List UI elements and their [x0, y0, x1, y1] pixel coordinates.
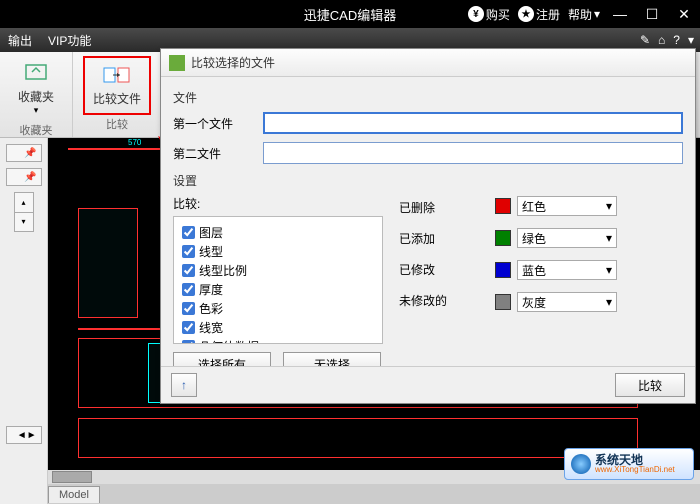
option-layer[interactable]: 图层	[182, 223, 374, 242]
group-label-compare: 比较	[106, 116, 128, 135]
dropdown-icon: ▾	[606, 295, 612, 309]
dialog-footer: ↑ 比较	[161, 366, 695, 403]
drawing-tabs: Model	[48, 484, 700, 504]
compare-options-list: 图层 线型 线型比例 厚度 色彩 线宽 几何体数据	[173, 216, 383, 344]
dropdown-icon: ▾	[606, 199, 612, 213]
select-none-button[interactable]: 无选择	[283, 352, 381, 366]
menu-output[interactable]: 输出	[8, 32, 32, 49]
option-lineweight[interactable]: 线宽	[182, 318, 374, 337]
status-added: 已添加	[399, 230, 479, 247]
dropdown-icon: ▾	[594, 7, 600, 21]
compare-files-button[interactable]: 比较文件	[83, 56, 151, 115]
dialog-title: 比较选择的文件	[191, 54, 275, 71]
color-select-added[interactable]: 绿色▾	[517, 228, 617, 248]
option-color[interactable]: 色彩	[182, 299, 374, 318]
side-panel: 📌 📌 ▴▾ ◄►	[0, 138, 48, 504]
title-bar: 迅捷CAD编辑器 ¥ 购买 ★ 注册 帮助 ▾ ― ☐ ✕	[0, 0, 700, 28]
swatch-added	[495, 230, 511, 246]
tab-model[interactable]: Model	[48, 486, 100, 503]
option-linetype-scale[interactable]: 线型比例	[182, 261, 374, 280]
close-button[interactable]: ✕	[672, 6, 696, 23]
dialog-icon	[169, 55, 185, 71]
section-settings: 设置	[173, 172, 683, 189]
file1-input[interactable]	[263, 112, 683, 134]
file2-label: 第二文件	[173, 145, 253, 162]
compare-button[interactable]: 比较	[615, 373, 685, 397]
status-modified: 已修改	[399, 261, 479, 278]
dropdown-icon: ▾	[606, 231, 612, 245]
section-files: 文件	[173, 89, 683, 106]
pin-button-1[interactable]: 📌	[6, 144, 42, 162]
buy-link[interactable]: ¥ 购买	[468, 6, 510, 23]
status-unchanged: 未修改的	[399, 292, 479, 309]
help-link[interactable]: 帮助 ▾	[568, 6, 600, 23]
register-link[interactable]: ★ 注册	[518, 6, 560, 23]
maximize-button[interactable]: ☐	[640, 6, 664, 23]
file1-label: 第一个文件	[173, 115, 253, 132]
globe-icon	[571, 454, 591, 474]
swatch-deleted	[495, 198, 511, 214]
tool-icon[interactable]: ✎	[640, 33, 650, 47]
scrollbar-thumb[interactable]	[52, 471, 92, 483]
user-icon: ★	[518, 6, 534, 22]
collapse-icon[interactable]: ▾	[688, 33, 694, 47]
yen-icon: ¥	[468, 6, 484, 22]
color-select-unchanged[interactable]: 灰度▾	[517, 292, 617, 312]
compare-label: 比较:	[173, 195, 383, 212]
help-icon[interactable]: ?	[673, 33, 680, 47]
dropdown-icon: ▾	[34, 105, 39, 116]
swatch-unchanged	[495, 294, 511, 310]
favorites-icon	[22, 62, 50, 84]
compare-icon	[103, 64, 131, 86]
select-all-button[interactable]: 选择所有	[173, 352, 271, 366]
color-selectors: 红色▾ 绿色▾ 蓝色▾ 灰度▾	[495, 195, 617, 366]
ribbon-group-compare: 比较文件 比较	[73, 52, 162, 137]
home-icon[interactable]: ⌂	[658, 33, 665, 47]
swatch-modified	[495, 262, 511, 278]
pin-button-2[interactable]: 📌	[6, 168, 42, 186]
color-select-modified[interactable]: 蓝色▾	[517, 260, 617, 280]
up-button[interactable]: ↑	[171, 373, 197, 397]
dropdown-icon: ▾	[606, 263, 612, 277]
watermark-logo: 系统天地 www.XiTongTianDi.net	[564, 448, 694, 480]
option-geometry[interactable]: 几何体数据	[182, 337, 374, 344]
compare-dialog: 比较选择的文件 文件 第一个文件 第二文件 设置 比较: 图层 线型 线型比例 …	[160, 48, 696, 404]
ribbon-group-favorites: 收藏夹 ▾ 收藏夹	[0, 52, 73, 137]
option-thickness[interactable]: 厚度	[182, 280, 374, 299]
pin-button-3[interactable]: ◄►	[6, 426, 42, 444]
favorites-button[interactable]: 收藏夹 ▾	[10, 56, 62, 122]
status-deleted: 已删除	[399, 199, 479, 216]
spinner-1[interactable]: ▴▾	[14, 192, 34, 232]
color-select-deleted[interactable]: 红色▾	[517, 196, 617, 216]
file2-input[interactable]	[263, 142, 683, 164]
menu-vip[interactable]: VIP功能	[48, 32, 91, 49]
dialog-title-bar[interactable]: 比较选择的文件	[161, 49, 695, 77]
minimize-button[interactable]: ―	[608, 6, 632, 22]
option-linetype[interactable]: 线型	[182, 242, 374, 261]
app-title: 迅捷CAD编辑器	[304, 5, 396, 24]
status-labels: 已删除 已添加 已修改 未修改的	[399, 195, 479, 366]
